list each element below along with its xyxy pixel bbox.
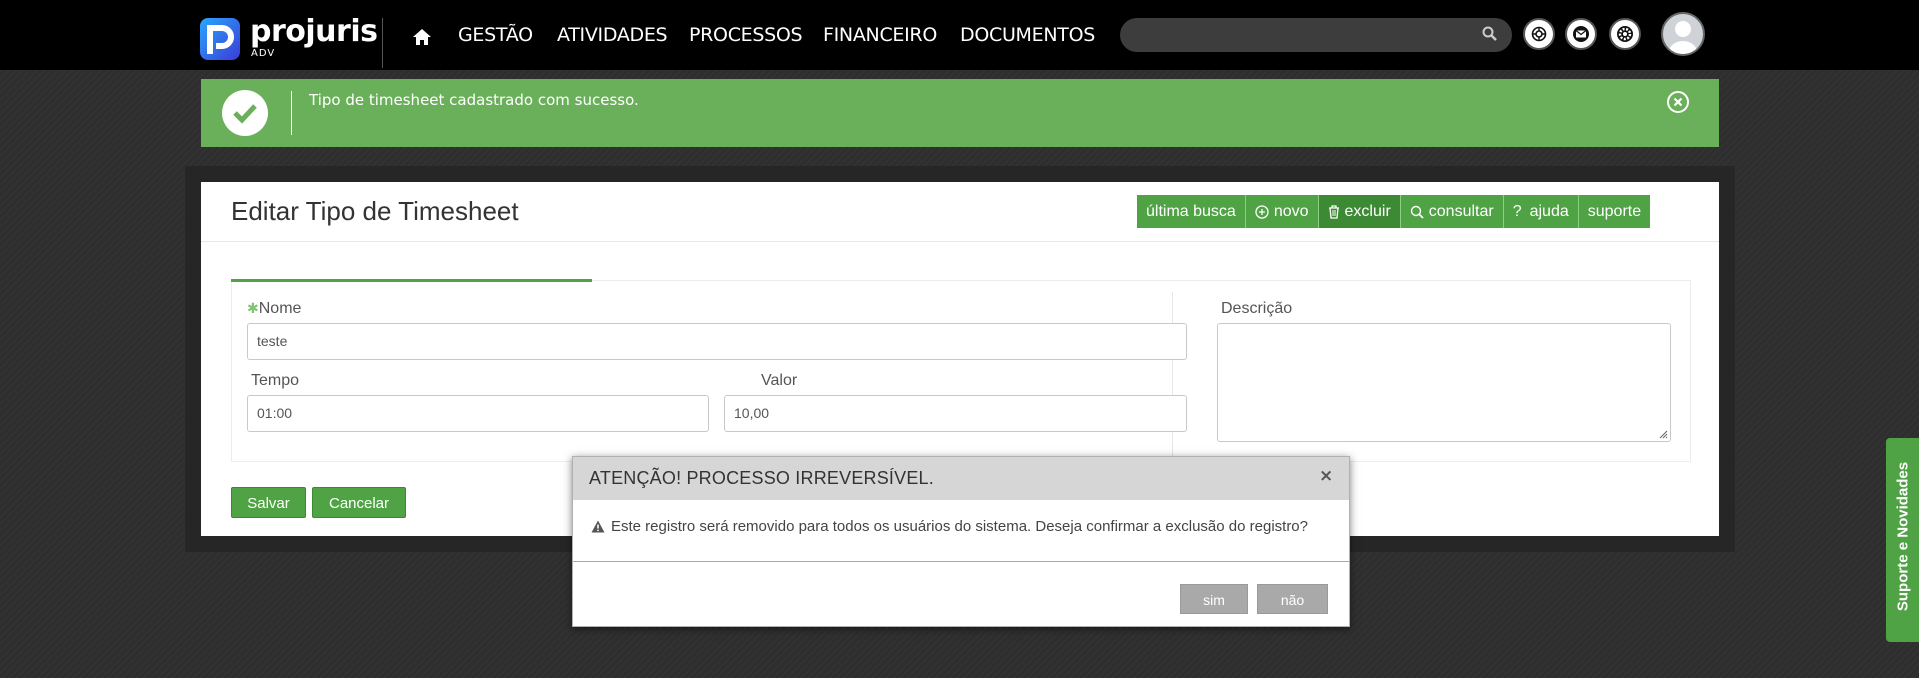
dialog-close-icon[interactable]: × xyxy=(1319,466,1333,486)
ai-assistant-button[interactable] xyxy=(1523,18,1555,50)
resize-grip-icon[interactable] xyxy=(1658,429,1668,439)
toolbar: última busca novo excluir consultar ? aj… xyxy=(1137,195,1651,228)
title-divider xyxy=(201,241,1719,242)
settings-button[interactable] xyxy=(1609,18,1641,50)
top-navigation-bar: projuris ADV GESTÃO ATIVIDADES PROCESSOS… xyxy=(0,0,1919,70)
alert-message: Tipo de timesheet cadastrado com sucesso… xyxy=(309,91,639,109)
cancel-button[interactable]: Cancelar xyxy=(312,487,406,518)
plus-circle-icon xyxy=(1255,204,1269,219)
user-avatar-icon xyxy=(1669,21,1697,54)
trash-icon xyxy=(1328,204,1339,219)
tempo-label: Tempo xyxy=(251,372,300,389)
projuris-logo-icon[interactable] xyxy=(200,18,240,60)
valor-label: Valor xyxy=(761,372,798,389)
messages-button[interactable] xyxy=(1565,18,1597,50)
delete-button[interactable]: excluir xyxy=(1318,195,1401,228)
form-column-divider xyxy=(1172,292,1173,457)
page-title: Editar Tipo de Timesheet xyxy=(231,196,519,226)
support-button[interactable]: suporte xyxy=(1578,195,1651,228)
alert-divider xyxy=(291,91,292,135)
required-asterisk-icon: ✱ xyxy=(247,300,259,316)
new-button[interactable]: novo xyxy=(1245,195,1319,228)
nav-gestao[interactable]: GESTÃO xyxy=(458,24,533,46)
alert-close-icon[interactable] xyxy=(1667,91,1689,113)
nome-input[interactable]: teste xyxy=(247,323,1187,360)
confirm-dialog: ATENÇÃO! PROCESSO IRREVERSÍVEL. × Este r… xyxy=(572,456,1350,627)
confirm-yes-button[interactable]: sim xyxy=(1180,584,1248,614)
valor-input[interactable]: 10,00 xyxy=(724,395,1187,432)
search-icon xyxy=(1410,205,1424,219)
save-button[interactable]: Salvar xyxy=(231,487,306,518)
dialog-title: ATENÇÃO! PROCESSO IRREVERSÍVEL. xyxy=(589,468,934,488)
envelope-icon xyxy=(1573,26,1589,42)
dialog-header: ATENÇÃO! PROCESSO IRREVERSÍVEL. × xyxy=(573,457,1349,500)
warning-icon xyxy=(591,520,605,533)
support-news-tab[interactable]: Suporte e Novidades xyxy=(1886,438,1919,642)
dialog-message-row: Este registro será removido para todos o… xyxy=(591,518,1308,535)
success-check-icon xyxy=(222,90,268,136)
dialog-message: Este registro será removido para todos o… xyxy=(611,518,1308,535)
tempo-input[interactable]: 01:00 xyxy=(247,395,709,432)
active-tab-indicator xyxy=(231,279,592,282)
consult-button[interactable]: consultar xyxy=(1400,195,1504,228)
nav-documentos[interactable]: DOCUMENTOS xyxy=(960,24,1095,46)
support-news-label: Suporte e Novidades xyxy=(1894,461,1912,612)
question-icon: ? xyxy=(1512,203,1522,220)
logo-subtitle: ADV xyxy=(251,48,276,59)
logo-wordmark[interactable]: projuris xyxy=(250,14,378,49)
ai-icon xyxy=(1531,26,1547,42)
nome-label: ✱Nome xyxy=(247,300,302,317)
home-icon[interactable] xyxy=(412,27,432,47)
nav-atividades[interactable]: ATIVIDADES xyxy=(557,24,668,46)
gear-icon xyxy=(1617,26,1633,42)
descricao-label: Descrição xyxy=(1221,300,1293,317)
search-input[interactable] xyxy=(1120,18,1512,52)
success-alert: Tipo de timesheet cadastrado com sucesso… xyxy=(201,79,1719,147)
avatar[interactable] xyxy=(1661,12,1705,56)
help-button[interactable]: ? ajuda xyxy=(1503,195,1579,228)
header-divider xyxy=(382,18,383,68)
dialog-divider xyxy=(573,561,1349,562)
search-icon[interactable] xyxy=(1482,26,1498,42)
descricao-textarea[interactable] xyxy=(1217,323,1671,442)
last-search-button[interactable]: última busca xyxy=(1137,195,1246,228)
nav-financeiro[interactable]: FINANCEIRO xyxy=(823,24,937,46)
nav-processos[interactable]: PROCESSOS xyxy=(689,24,803,46)
confirm-no-button[interactable]: não xyxy=(1257,584,1328,614)
